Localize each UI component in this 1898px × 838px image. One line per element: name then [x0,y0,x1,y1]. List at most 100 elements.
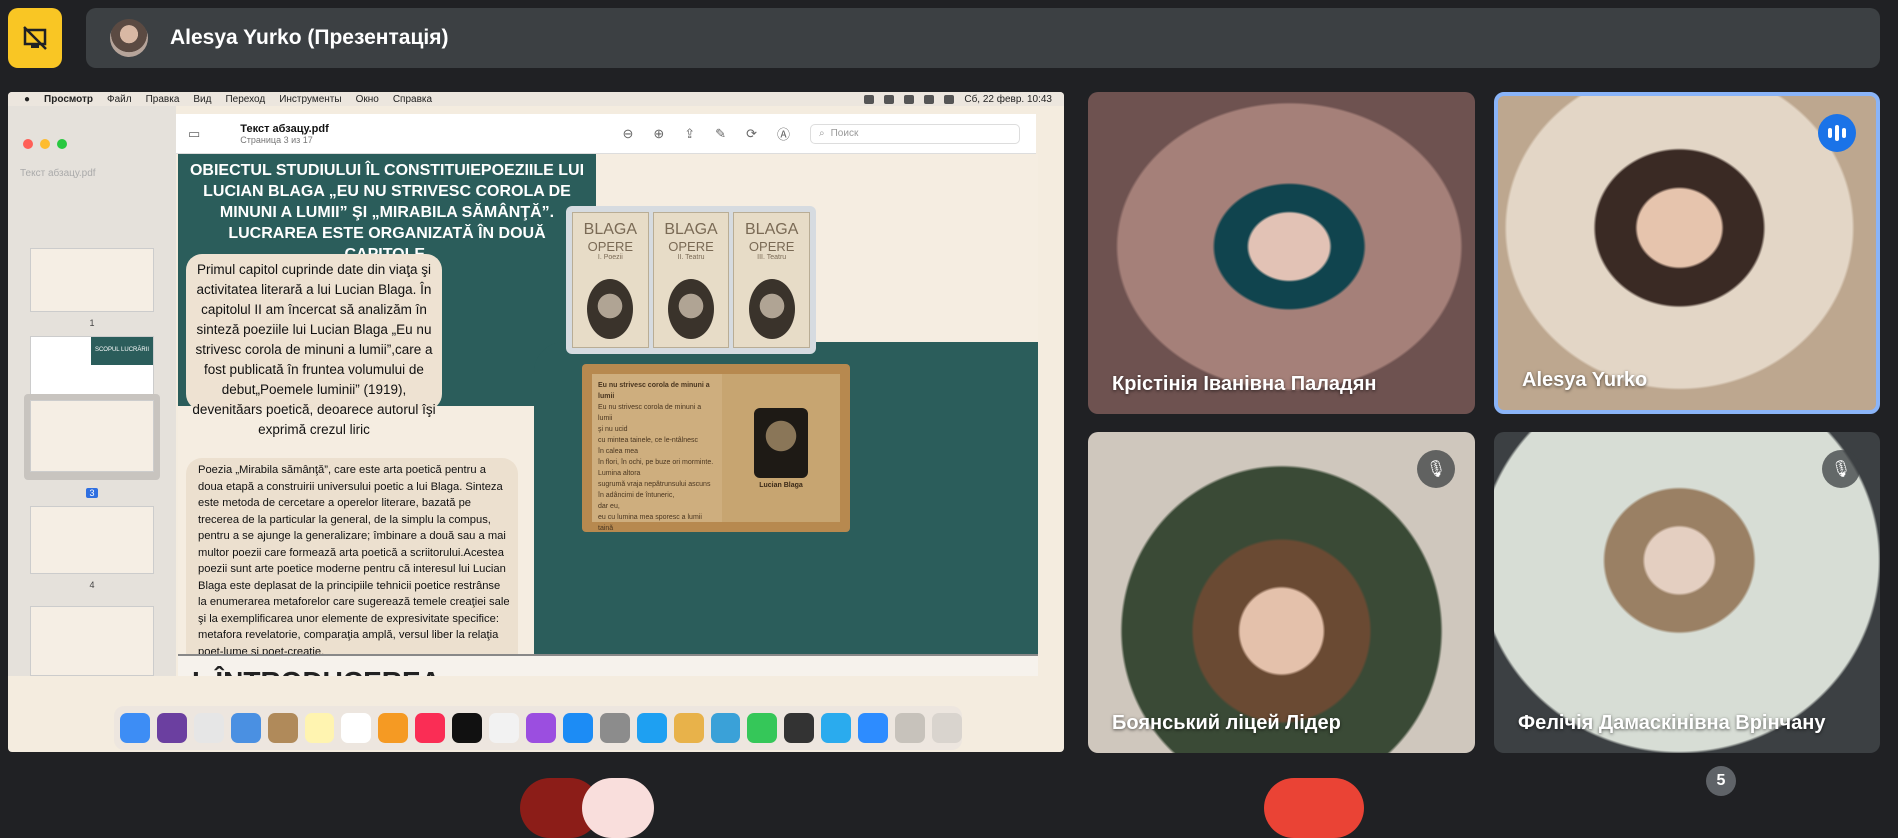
portrait-image [587,279,634,339]
poem-line: dar eu, [598,503,620,510]
book-title: BLAGA [664,221,718,238]
zoom-icon[interactable] [57,139,67,149]
book-volume: BLAGA OPERE II. Teatru [652,212,730,348]
menu-item-file[interactable]: Файл [107,94,132,105]
presenter-bar: Alesya Yurko (Презентація) [86,8,1880,68]
book-page-left: Eu nu strivesc corola de minuni a lumii … [592,374,722,532]
music-icon[interactable] [415,713,446,743]
photos-icon[interactable] [673,713,704,743]
participant-name: Крістінія Іванівна Паладян [1112,373,1377,395]
mac-dock [114,706,962,750]
participant-tile[interactable]: 🎙 Фелічія Дамаскінівна Врінчану [1494,432,1880,753]
book-volume-label: I. Poezii [597,254,623,261]
poem-line: în adâncimi de întuneric, [598,492,675,499]
annotate-icon[interactable]: Ⓐ [777,124,790,143]
stop-presenting-button[interactable] [8,8,62,68]
next-page-preview: I. ÎNTRODUCEREA [178,654,1038,676]
poem-line: şi nu ucid [598,426,628,433]
participant-name: Фелічія Дамаскінівна Врінчану [1518,712,1826,734]
close-icon[interactable] [23,139,33,149]
launchpad-icon[interactable] [193,713,224,743]
zoom-in-icon[interactable]: ⊕ [653,126,664,142]
poem-line: eu cu lumina mea sporesc a lumii taină [598,514,702,532]
portrait-image [748,279,795,339]
app-store-icon[interactable] [562,713,593,743]
menu-item-tools[interactable]: Инструменты [279,94,341,105]
menu-item-view[interactable]: Вид [193,94,211,105]
window-controls [23,139,67,149]
page-thumbnail[interactable] [30,248,154,312]
control-button[interactable] [582,778,654,838]
menu-item-go[interactable]: Переход [225,94,265,105]
menu-item-window[interactable]: Окно [356,94,379,105]
poem-line: Eu nu strivesc corola de minuni a lumii [598,404,702,422]
slide-paragraph-2: Poezia „Mirabila sămânţă”, care este art… [186,458,518,676]
messages-icon[interactable] [747,713,778,743]
open-book-image: Eu nu strivesc corola de minuni a lumii … [582,364,850,532]
thumb-label: 4 [89,580,95,590]
tv-icon[interactable] [452,713,483,743]
mail-icon[interactable] [230,713,261,743]
speaking-indicator-icon [1818,114,1856,152]
participant-tile[interactable]: 🎙 Боянський ліцей Лідер [1088,432,1475,753]
search-placeholder: Поиск [830,128,859,139]
poem-line: sugrumă vraja nepătrunsului ascuns [598,481,711,488]
menu-clock: Сб, 22 февр. 10:43 [964,93,1052,105]
folder-icon[interactable] [895,713,925,743]
share-icon[interactable]: ⇪ [684,126,695,142]
page-indicator: Страница 3 из 17 [240,134,313,145]
portrait-caption: Lucian Blaga [759,481,803,489]
pdf-toolbar: ▭ Текст абзацу.pdf Страница 3 из 17 ⊖ ⊕ … [176,114,1036,154]
markup-icon[interactable]: ✎ [715,126,726,142]
sidebar-title: Текст абзацу.pdf [20,168,96,179]
menu-item-edit[interactable]: Правка [146,94,180,105]
participant-tile-speaking[interactable]: Alesya Yurko [1494,92,1880,414]
battery-icon[interactable] [924,94,935,104]
zoom-out-icon[interactable]: ⊖ [622,126,633,142]
pdf-sidebar: Текст абзацу.pdf 1 SCOPUL LUCRĂRII 2 3 4 [8,106,176,676]
minimize-icon[interactable] [40,139,50,149]
end-call-button[interactable] [1264,778,1364,838]
book-subtitle: OPERE [748,239,795,254]
podcasts-icon[interactable] [525,713,556,743]
siri-icon[interactable] [156,713,187,743]
mac-menu-bar: ● Просмотр Файл Правка Вид Переход Инстр… [8,92,1064,106]
books-image: BLAGA OPERE I. Poezii BLAGA OPERE II. Te… [566,206,816,354]
page-thumbnail[interactable] [30,506,154,574]
app-icon[interactable] [710,713,741,743]
finder-icon[interactable] [120,713,150,743]
menu-item-help[interactable]: Справка [393,94,432,105]
pages-icon[interactable] [378,713,409,743]
zoom-app-icon[interactable] [858,713,889,743]
apple-icon: ● [24,93,31,105]
participant-tile[interactable]: Крістінія Іванівна Паладян [1088,92,1475,414]
book-subtitle: OPERE [668,239,714,254]
reminders-icon[interactable] [489,713,519,743]
page-thumbnail-current[interactable] [30,400,154,472]
people-count-badge[interactable]: 5 [1706,766,1736,796]
book-volume-label: II. Teatru [677,254,705,261]
book-subtitle: OPERE [587,239,634,254]
tray-icon[interactable] [884,94,895,104]
book-volume: BLAGA OPERE I. Poezii [572,212,649,348]
search-field[interactable]: ⌕ Поиск [810,123,1020,144]
search-icon[interactable] [944,94,955,104]
book-title: BLAGA [583,221,638,238]
presenter-name: Alesya Yurko (Презентація) [170,26,449,49]
app-icon[interactable] [267,713,298,743]
poem-line: în calea mea [598,448,639,455]
page-thumbnail[interactable] [30,606,154,676]
calendar-icon[interactable] [341,713,372,743]
pdf-page: OBIECTUL STUDIULUI ÎL CONSTITUIEPOEZIILE… [178,154,1038,676]
telegram-icon[interactable] [821,713,852,743]
preview-icon[interactable] [599,713,630,743]
document-title: Текст абзацу.pdf [240,122,329,135]
safari-icon[interactable] [636,713,667,743]
sidebar-toggle-icon[interactable]: ▭ [188,126,200,142]
tray-icon[interactable] [864,94,875,104]
trash-icon[interactable] [931,713,962,743]
app-icon[interactable] [784,713,815,743]
notes-icon[interactable] [304,713,335,743]
rotate-icon[interactable]: ⟳ [746,126,757,142]
wifi-icon[interactable] [904,94,915,104]
